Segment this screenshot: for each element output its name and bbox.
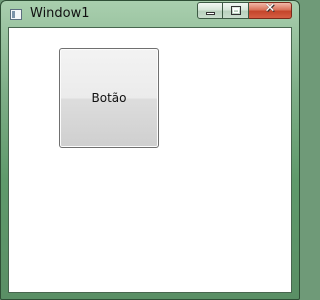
minimize-icon xyxy=(206,12,215,15)
maximize-button[interactable] xyxy=(223,2,249,19)
window-app-icon[interactable] xyxy=(10,9,22,20)
window-title: Window1 xyxy=(30,6,90,21)
maximize-icon xyxy=(231,6,241,15)
caption-buttons: ✕ xyxy=(197,1,292,19)
close-button[interactable]: ✕ xyxy=(249,1,292,19)
close-icon: ✕ xyxy=(264,1,276,16)
window-content: Botão xyxy=(8,27,292,293)
app-window: Window1 ✕ Botão xyxy=(0,0,300,300)
botao-button[interactable]: Botão xyxy=(59,48,159,148)
title-bar[interactable]: Window1 ✕ xyxy=(1,1,299,27)
minimize-button[interactable] xyxy=(197,2,223,19)
